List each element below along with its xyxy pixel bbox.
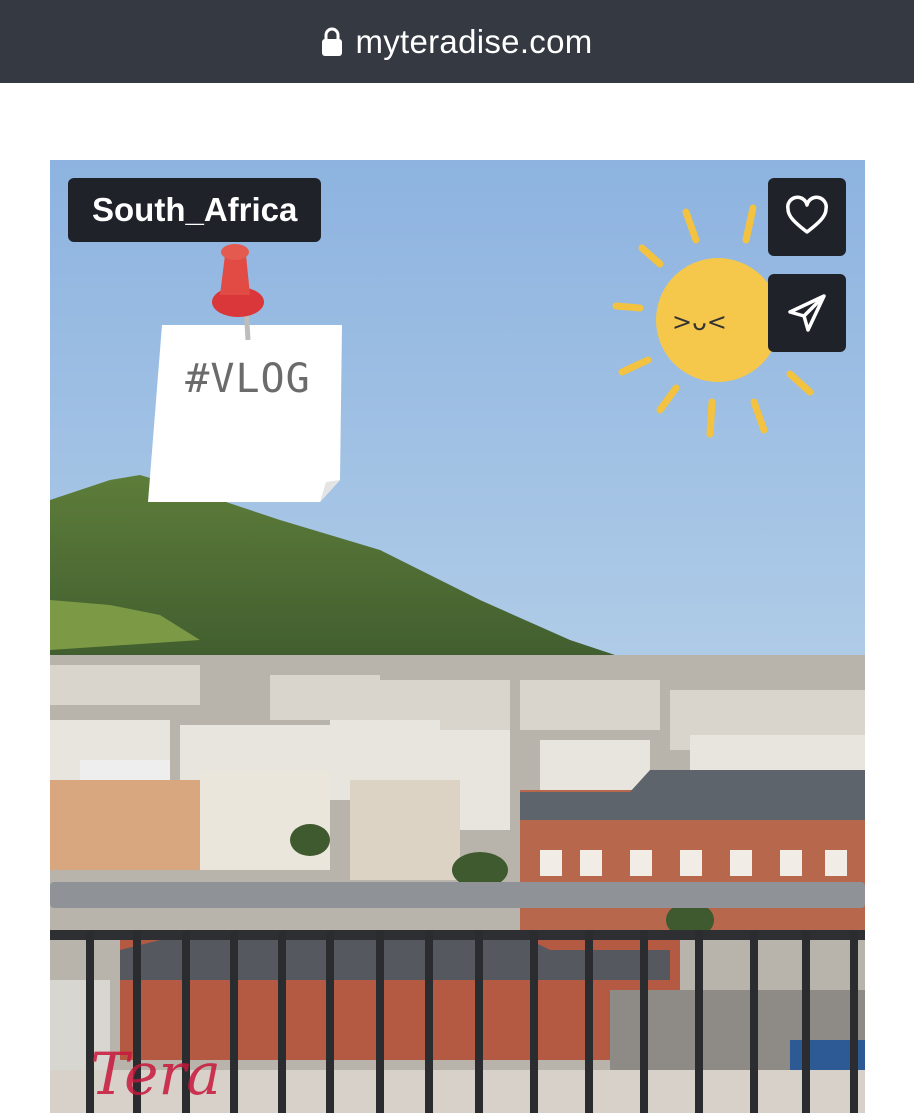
send-icon — [788, 294, 826, 332]
location-tag[interactable]: South_Africa — [68, 178, 322, 242]
lock-icon — [321, 27, 343, 57]
sun-sticker-face: >ᴗ< — [672, 308, 727, 336]
share-button[interactable] — [768, 274, 846, 352]
like-button[interactable] — [768, 178, 846, 256]
browser-url-bar[interactable]: myteradise.com — [0, 0, 914, 83]
url-text: myteradise.com — [355, 22, 593, 60]
heart-icon — [786, 195, 828, 234]
vlog-sticker-text: #VLOG — [185, 356, 311, 402]
post-photo-card[interactable]: #VLOG >ᴗ< Tera South_Africa — [50, 160, 865, 1113]
cape-town-photo — [50, 160, 865, 1113]
watermark-logo: Tera — [90, 1040, 221, 1108]
